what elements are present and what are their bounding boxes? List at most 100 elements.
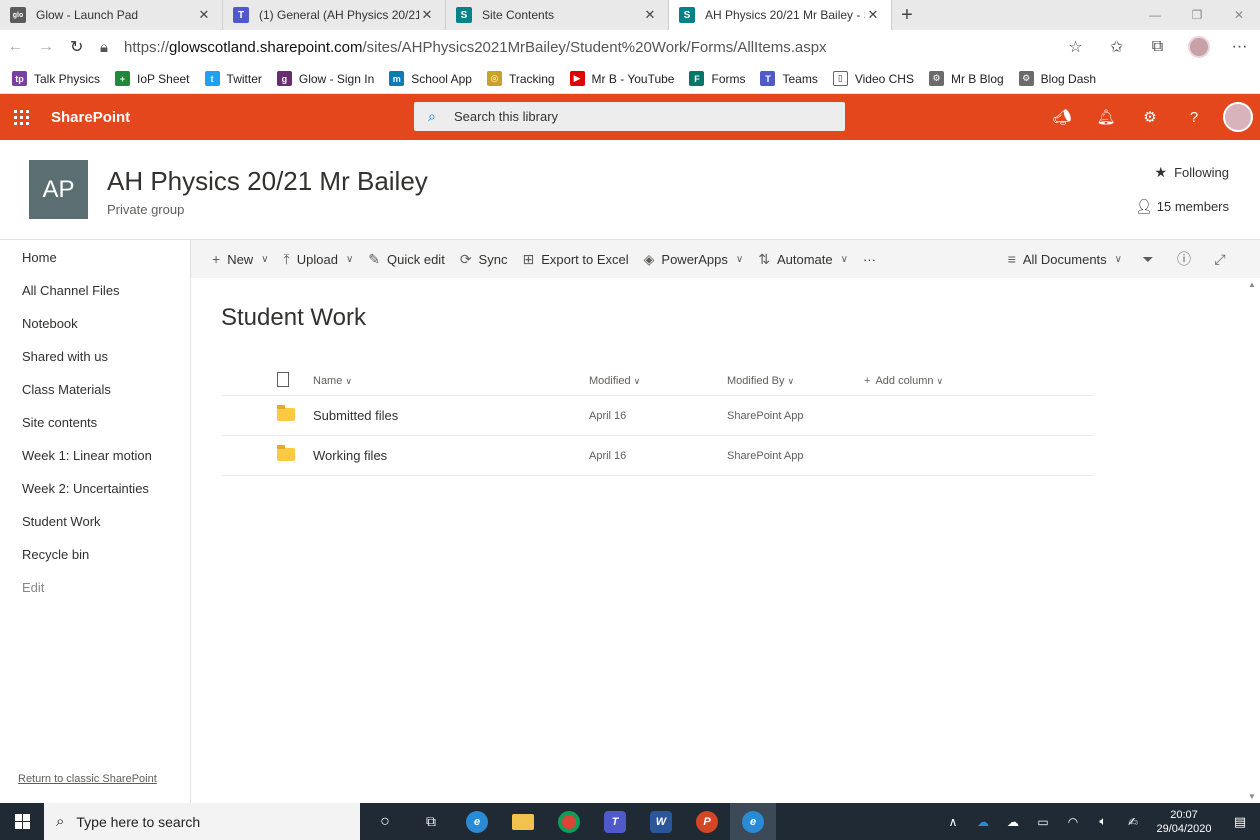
nav-item-all-channel-files[interactable]: All Channel Files [0, 274, 190, 307]
task-view-icon[interactable]: ⧉ [408, 803, 454, 840]
bookmark[interactable]: t Twitter [204, 71, 262, 86]
site-title[interactable]: AH Physics 20/21 Mr Bailey [107, 166, 428, 197]
onedrive-icon[interactable]: ☁ [968, 815, 998, 829]
site-logo[interactable]: AP [29, 160, 88, 219]
close-icon[interactable]: ✕ [865, 7, 881, 23]
bookmark[interactable]: ▶ Mr B - YouTube [569, 71, 674, 86]
upload-button[interactable]: ⤒ Upload ∨ [284, 251, 354, 268]
bookmark[interactable]: T Teams [760, 71, 818, 86]
volume-icon[interactable]: 🔈︎ [1088, 814, 1118, 829]
bookmark[interactable]: ◎ Tracking [486, 71, 555, 86]
system-clock[interactable]: 20:07 29/04/2020 [1148, 808, 1220, 836]
vertical-scrollbar[interactable]: ▲ ▼ [1243, 278, 1260, 803]
chevron-up-icon[interactable]: ∧ [938, 815, 968, 829]
browser-tab[interactable]: S Site Contents ✕ [446, 0, 669, 30]
file-type-header[interactable] [221, 371, 313, 390]
scroll-down-icon[interactable]: ▼ [1248, 792, 1256, 801]
edge-active-icon[interactable]: e [730, 803, 776, 840]
item-name[interactable]: Submitted files [313, 408, 589, 423]
close-icon[interactable]: ✕ [196, 7, 212, 23]
nav-item-notebook[interactable]: Notebook [0, 307, 190, 340]
notification-icon[interactable]: ▤ [1220, 814, 1260, 830]
chrome-icon[interactable] [546, 803, 592, 840]
taskbar-search-input[interactable]: ⌕ Type here to search [44, 803, 360, 840]
favorites-list-icon[interactable]: ✩ [1096, 37, 1137, 57]
cloud-icon[interactable]: ☁ [998, 815, 1028, 829]
more-menu-icon[interactable]: ··· [1219, 38, 1260, 56]
wifi-icon[interactable]: ◠ [1058, 815, 1088, 829]
teams-icon[interactable]: T [592, 803, 638, 840]
sharepoint-brand[interactable]: SharePoint [51, 109, 130, 126]
modified-by-column-header[interactable]: Modified By ∨ [727, 375, 864, 387]
powerpoint-icon[interactable]: P [684, 803, 730, 840]
bookmark[interactable]: ⚙ Mr B Blog [928, 71, 1004, 86]
close-icon[interactable]: ✕ [419, 7, 435, 23]
filter-icon[interactable]: ⏷ [1130, 251, 1166, 268]
minimize-icon[interactable]: — [1134, 0, 1176, 30]
url-field[interactable]: 🔒︎ https://glowscotland.sharepoint.com/s… [100, 39, 1045, 56]
name-column-header[interactable]: Name ∨ [313, 375, 589, 387]
account-button[interactable] [1216, 94, 1260, 140]
quick-edit-button[interactable]: ✎ Quick edit [368, 251, 445, 268]
close-icon[interactable]: ✕ [642, 7, 658, 23]
add-column-button[interactable]: + Add column ∨ [864, 375, 1064, 387]
bookmark[interactable]: ⚙ Blog Dash [1018, 71, 1096, 86]
nav-item-site-contents[interactable]: Site contents [0, 406, 190, 439]
nav-item-student-work[interactable]: Student Work [0, 505, 190, 538]
nav-item-shared-with-us[interactable]: Shared with us [0, 340, 190, 373]
nav-item-recycle-bin[interactable]: Recycle bin [0, 538, 190, 571]
collections-icon[interactable]: ⧉ [1137, 38, 1178, 56]
bookmark[interactable]: + IoP Sheet [115, 71, 190, 86]
info-icon[interactable]: ⓘ [1166, 249, 1202, 269]
gear-icon[interactable]: ⚙ [1128, 94, 1172, 140]
automate-button[interactable]: ⇅ Automate ∨ [758, 251, 848, 268]
back-arrow-icon[interactable]: ← [0, 30, 31, 64]
nav-item-week-1[interactable]: Week 1: Linear motion [0, 439, 190, 472]
browser-tab-active[interactable]: S AH Physics 20/21 Mr Bailey - Stu ✕ [669, 0, 892, 30]
cortana-icon[interactable]: ○ [362, 803, 408, 840]
search-input[interactable]: ⌕ Search this library [414, 102, 845, 131]
return-to-classic-link[interactable]: Return to classic SharePoint [18, 773, 157, 785]
edge-icon[interactable]: e [454, 803, 500, 840]
nav-item-home[interactable]: Home [0, 241, 190, 274]
nav-item-week-2[interactable]: Week 2: Uncertainties [0, 472, 190, 505]
more-commands-button[interactable]: ··· [863, 252, 876, 267]
sync-button[interactable]: ⟳ Sync [460, 251, 508, 268]
nav-edit-link[interactable]: Edit [0, 571, 190, 604]
refresh-icon[interactable]: ↻ [61, 30, 92, 64]
bell-icon[interactable]: 🔔︎ [1084, 94, 1128, 140]
pen-icon[interactable]: ✍︎ [1118, 815, 1148, 829]
modified-column-header[interactable]: Modified ∨ [589, 375, 727, 387]
windows-start-icon[interactable] [0, 803, 44, 840]
item-name[interactable]: Working files [313, 448, 589, 463]
bookmark[interactable]: ▯ Video CHS [832, 71, 914, 86]
expand-icon[interactable]: ⤢ [1202, 251, 1238, 268]
browser-tab[interactable]: glo Glow - Launch Pad ✕ [0, 0, 223, 30]
file-explorer-icon[interactable] [500, 803, 546, 840]
browser-tab[interactable]: T (1) General (AH Physics 20/21 Mr ✕ [223, 0, 446, 30]
word-icon[interactable]: W [638, 803, 684, 840]
list-item[interactable]: Submitted files April 16 SharePoint App [221, 396, 1094, 436]
forward-arrow-icon[interactable]: → [31, 30, 62, 64]
export-to-excel-button[interactable]: ⊞ Export to Excel [522, 251, 628, 268]
list-item[interactable]: Working files April 16 SharePoint App [221, 436, 1094, 476]
battery-icon[interactable]: ▭ [1028, 815, 1058, 829]
new-button[interactable]: + New ∨ [212, 251, 269, 267]
help-icon[interactable]: ? [1172, 94, 1216, 140]
bookmark[interactable]: tp Talk Physics [12, 71, 100, 86]
close-window-icon[interactable]: ✕ [1218, 0, 1260, 30]
bookmark[interactable]: m School App [389, 71, 472, 86]
powerapps-button[interactable]: ◈ PowerApps ∨ [644, 251, 744, 268]
following-button[interactable]: ★ Following [1155, 164, 1229, 181]
bookmark[interactable]: F Forms [689, 71, 745, 86]
view-selector[interactable]: ≡ All Documents ∨ [1008, 251, 1122, 267]
members-button[interactable]: 👤︎ 15 members [1135, 198, 1229, 215]
app-launcher-icon[interactable] [0, 94, 42, 140]
profile-icon[interactable] [1178, 36, 1219, 58]
megaphone-icon[interactable]: 📣︎ [1040, 94, 1084, 140]
new-tab-button[interactable]: + [892, 0, 922, 30]
bookmark[interactable]: g Glow - Sign In [276, 71, 374, 86]
nav-item-class-materials[interactable]: Class Materials [0, 373, 190, 406]
restore-icon[interactable]: ❐ [1176, 0, 1218, 30]
scroll-up-icon[interactable]: ▲ [1248, 280, 1256, 289]
